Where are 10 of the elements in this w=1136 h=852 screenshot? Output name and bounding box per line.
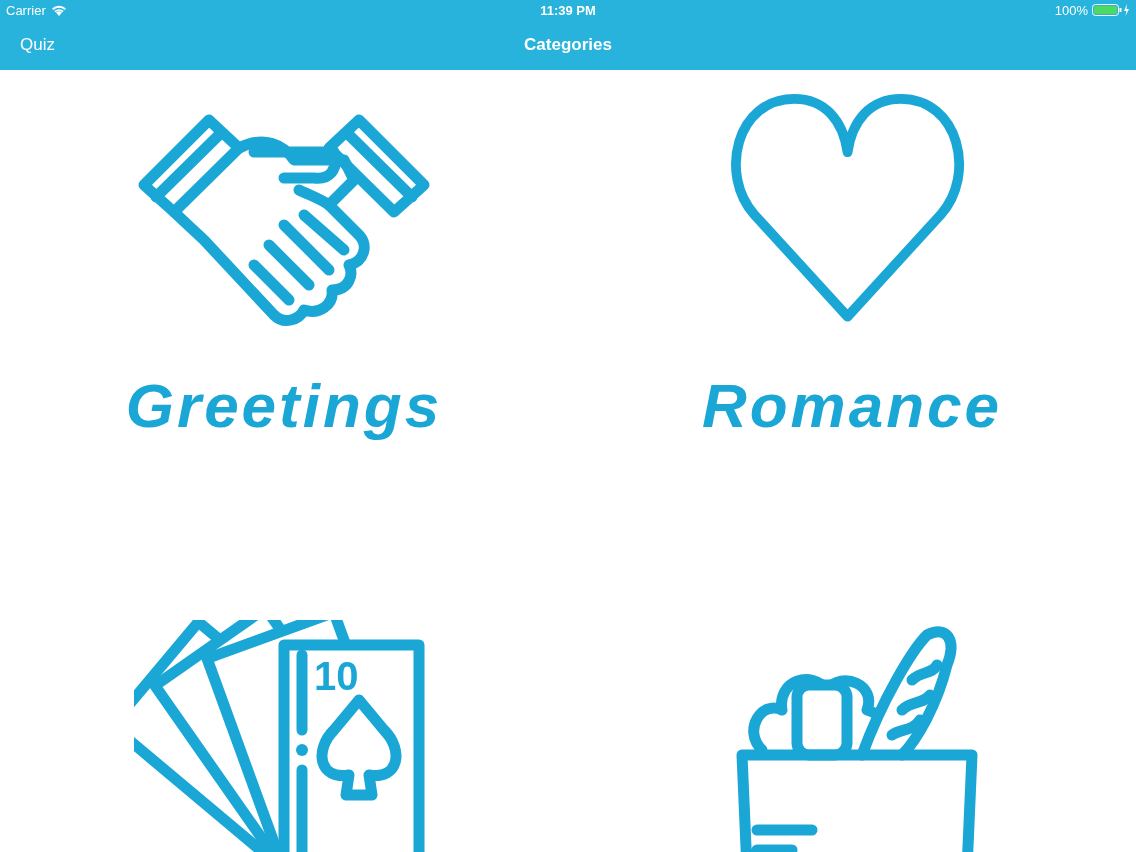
battery-charging-icon (1092, 4, 1130, 16)
wifi-icon (50, 4, 67, 16)
carrier-label: Carrier (6, 2, 46, 18)
battery-percentage: 100% (1054, 2, 1088, 18)
category-label[interactable]: Greetings (125, 370, 443, 441)
status-time: 11:39 PM (540, 2, 596, 18)
nav-title: Categories (524, 35, 612, 55)
back-button[interactable]: Quiz (20, 35, 55, 55)
category-label[interactable]: Romance (701, 370, 1003, 441)
card-rank-text: 10 (314, 654, 359, 698)
